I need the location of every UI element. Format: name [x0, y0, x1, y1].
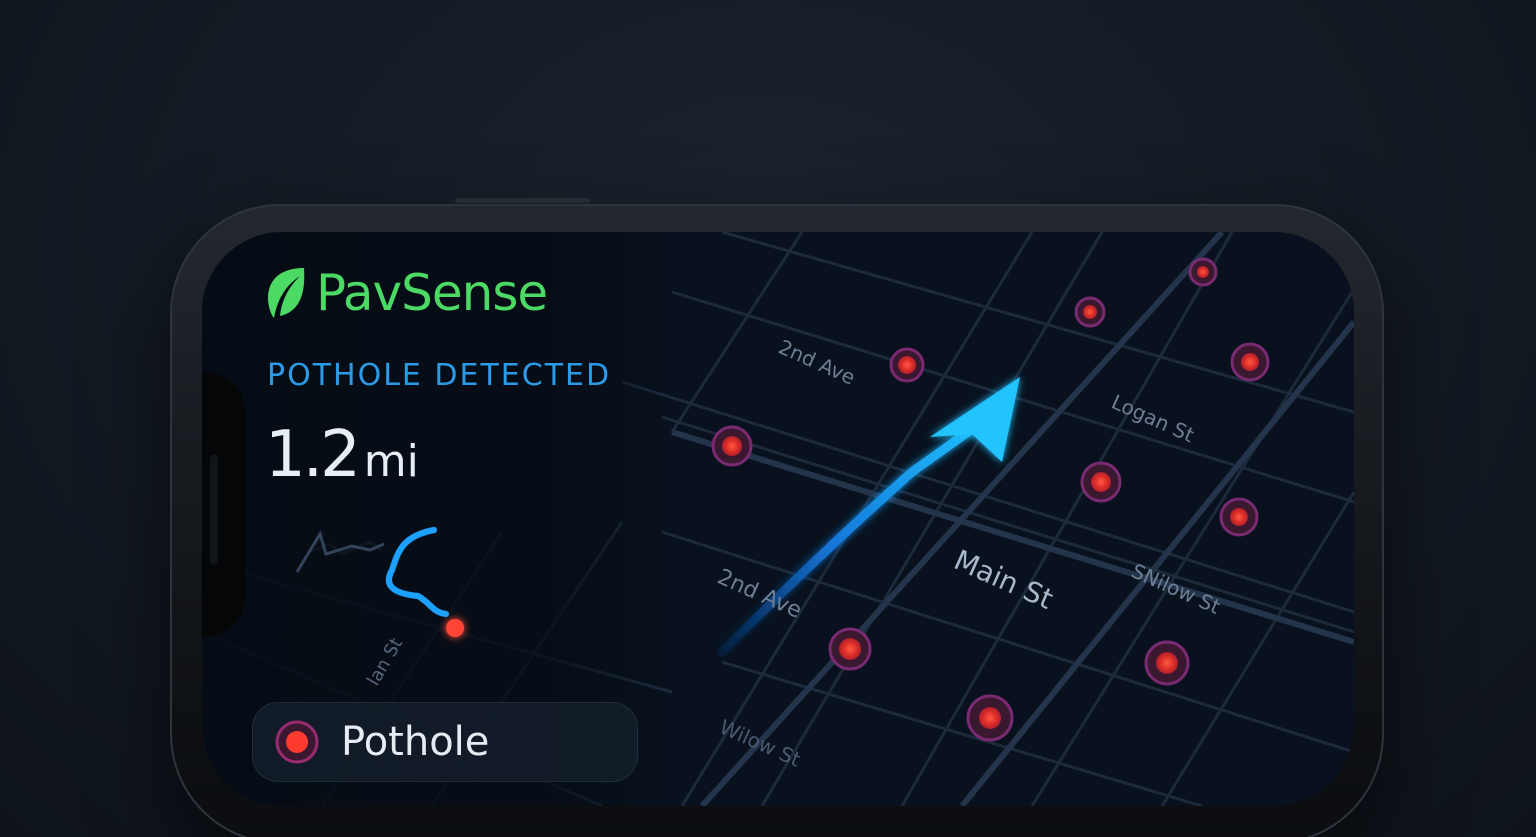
street-label: Main St — [949, 543, 1058, 616]
pothole-marker-icon[interactable] — [711, 425, 753, 467]
pothole-marker-icon[interactable] — [1080, 461, 1122, 503]
pothole-marker-icon[interactable] — [1188, 257, 1218, 287]
pothole-marker-icon[interactable] — [828, 627, 872, 671]
distance-readout: 1.2 mi — [265, 418, 419, 492]
app-name: PavSense — [316, 264, 548, 322]
brand: PavSense — [264, 264, 548, 322]
map-screen[interactable]: 2nd Ave Logan St Main St SNilow St 2nd A… — [202, 232, 1354, 806]
pothole-marker-icon[interactable] — [966, 694, 1014, 742]
pothole-marker-icon[interactable] — [1144, 640, 1190, 686]
pothole-marker-icon[interactable] — [1219, 497, 1259, 537]
pothole-marker-icon[interactable] — [1074, 296, 1106, 328]
leaf-icon — [268, 268, 305, 318]
street-label: 2nd Ave — [775, 335, 859, 390]
phone-speaker — [210, 454, 218, 564]
distance-value: 1.2 — [265, 418, 361, 492]
pothole-marker-icon — [275, 720, 319, 764]
pothole-marker-icon[interactable] — [889, 347, 925, 383]
distance-unit: mi — [363, 436, 419, 487]
alert-label: POTHOLE DETECTED — [267, 358, 612, 393]
street-label: Wilow St — [716, 715, 804, 772]
legend-label: Pothole — [341, 719, 490, 765]
phone-notch — [202, 372, 245, 637]
legend-chip[interactable]: Pothole — [252, 702, 638, 782]
phone-side-button — [455, 198, 590, 203]
pothole-marker-icon[interactable] — [1230, 342, 1270, 382]
